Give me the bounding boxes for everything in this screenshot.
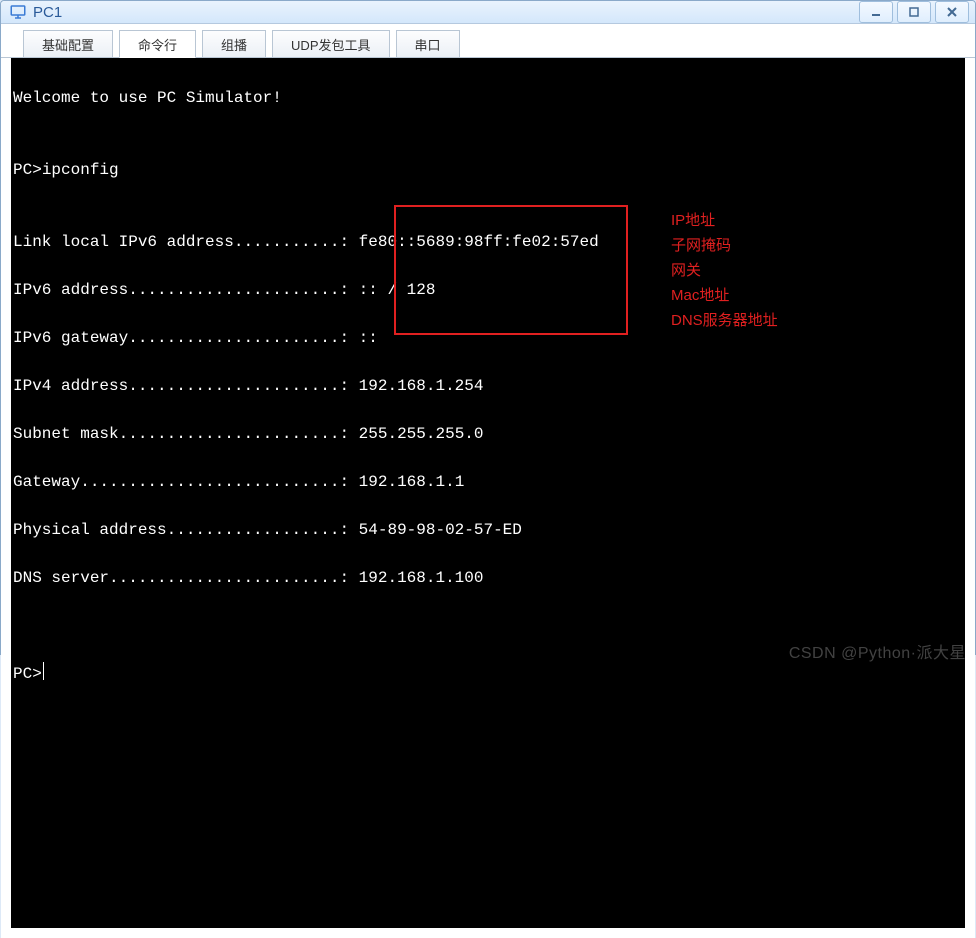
ipconfig-row-subnet: Subnet mask.......................: 255.… xyxy=(13,422,963,446)
value-ipv6-link-local: fe80::5689:98ff:fe02:57ed xyxy=(359,233,599,251)
value-ipv4-address: 192.168.1.254 xyxy=(359,377,484,395)
title-left: PC1 xyxy=(9,3,859,21)
ipconfig-row-gateway: Gateway...........................: 192.… xyxy=(13,470,963,494)
terminal-prompt-line: PC> xyxy=(13,662,963,686)
tab-udp-packet-tool[interactable]: UDP发包工具 xyxy=(272,30,389,58)
annotation-dns: DNS服务器地址 xyxy=(671,309,778,333)
app-icon xyxy=(9,3,27,21)
tab-serial[interactable]: 串口 xyxy=(396,30,460,58)
ipconfig-row-ipv6-gateway: IPv6 gateway......................: :: xyxy=(13,326,963,350)
ipconfig-row-dns: DNS server........................: 192.… xyxy=(13,566,963,590)
terminal-cmd-line: PC>ipconfig xyxy=(13,158,963,182)
tab-multicast[interactable]: 组播 xyxy=(202,30,266,58)
terminal-container: Welcome to use PC Simulator! PC>ipconfig… xyxy=(1,57,975,938)
minimize-button[interactable] xyxy=(859,1,893,23)
window-title: PC1 xyxy=(33,4,62,21)
terminal-command: ipconfig xyxy=(42,161,119,179)
terminal-prompt: PC> xyxy=(13,662,42,686)
ipconfig-row-ipv6-address: IPv6 address......................: :: /… xyxy=(13,278,963,302)
tab-bar: 基础配置 命令行 组播 UDP发包工具 串口 xyxy=(1,24,975,58)
value-ipv6-address: :: / 128 xyxy=(359,281,436,299)
value-physical-address: 54-89-98-02-57-ED xyxy=(359,521,522,539)
window-controls xyxy=(859,1,969,23)
value-dns-server: 192.168.1.100 xyxy=(359,569,484,587)
ipconfig-row-ipv6-link-local: Link local IPv6 address...........: fe80… xyxy=(13,230,963,254)
ipconfig-row-physical: Physical address..................: 54-8… xyxy=(13,518,963,542)
annotation-box-values xyxy=(394,205,628,335)
tab-basic-config[interactable]: 基础配置 xyxy=(23,30,113,58)
maximize-button[interactable] xyxy=(897,1,931,23)
app-window: PC1 基础配置 命令行 组播 UDP发包工具 串口 Welcome to us… xyxy=(0,0,976,655)
ipconfig-row-ipv4-address: IPv4 address......................: 192.… xyxy=(13,374,963,398)
terminal-cursor xyxy=(43,662,44,680)
annotation-mac: Mac地址 xyxy=(671,284,729,308)
title-bar: PC1 xyxy=(1,1,975,24)
value-subnet-mask: 255.255.255.0 xyxy=(359,425,484,443)
annotation-subnet: 子网掩码 xyxy=(671,234,731,258)
annotation-ipv4: IP地址 xyxy=(671,209,715,233)
value-ipv6-gateway: :: xyxy=(359,329,378,347)
close-button[interactable] xyxy=(935,1,969,23)
annotation-gateway: 网关 xyxy=(671,259,701,283)
terminal[interactable]: Welcome to use PC Simulator! PC>ipconfig… xyxy=(11,58,965,928)
terminal-prompt: PC> xyxy=(13,161,42,179)
value-gateway: 192.168.1.1 xyxy=(359,473,465,491)
terminal-welcome: Welcome to use PC Simulator! xyxy=(13,86,963,110)
tab-command-line[interactable]: 命令行 xyxy=(119,30,196,58)
